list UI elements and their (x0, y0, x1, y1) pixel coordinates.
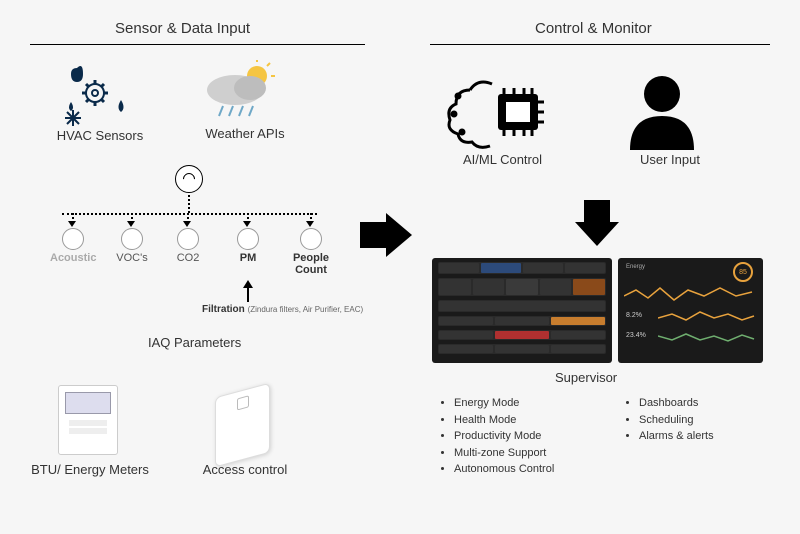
ai-ml-control-label: AI/ML Control (440, 152, 565, 167)
hvac-sensors-icon: HVAC Sensors (55, 58, 145, 143)
filtration-arrow-icon (243, 280, 253, 288)
down-arrow-body (584, 200, 610, 222)
section-title-right: Control & Monitor (535, 20, 652, 37)
down-arrow-icon (575, 222, 619, 246)
filtration-label: Filtration (Zindura filters, Air Purifie… (202, 304, 372, 315)
user-input-icon: User Input (615, 70, 725, 167)
feature-autonomous: Autonomous Control (454, 461, 554, 478)
feature-alarms: Alarms & alerts (639, 428, 714, 445)
supervisor-features-col2: Dashboards Scheduling Alarms & alerts (625, 395, 714, 445)
feature-productivity-mode: Productivity Mode (454, 428, 554, 445)
user-input-label: User Input (615, 152, 725, 167)
iaq-param-pm-label: PM (228, 252, 268, 264)
hvac-sensors-label: HVAC Sensors (55, 128, 145, 143)
iaq-param-vocs-label: VOC's (112, 252, 152, 264)
flow-arrow-body (360, 222, 386, 248)
divider-right (430, 44, 770, 45)
iaq-parameters-title: IAQ Parameters (148, 335, 241, 350)
wireless-sensor-icon (175, 165, 203, 193)
supervisor-label: Supervisor (555, 370, 617, 385)
feature-dashboards: Dashboards (639, 395, 714, 412)
iaq-param-people-label: People Count (285, 252, 337, 276)
iaq-param-pm: PM (228, 218, 268, 264)
iaq-param-people: People Count (285, 218, 337, 276)
weather-apis-label: Weather APIs (195, 126, 295, 141)
feature-energy-mode: Energy Mode (454, 395, 554, 412)
iaq-param-acoustic: Acoustic (50, 218, 96, 264)
filtration-arrow-stem (247, 288, 249, 302)
dashboard-panel-right: Energy 85 8.2% 23.4% (618, 258, 763, 363)
btu-meter-icon (58, 385, 118, 455)
connector-bus (62, 213, 317, 215)
iaq-param-co2: CO2 (168, 218, 208, 264)
btu-meter-label: BTU/ Energy Meters (30, 462, 150, 477)
ai-ml-control-icon: AI/ML Control (440, 70, 565, 167)
supervisor-features-col1: Energy Mode Health Mode Productivity Mod… (440, 395, 554, 478)
section-title-left: Sensor & Data Input (115, 20, 250, 37)
feature-scheduling: Scheduling (639, 412, 714, 429)
access-control-label: Access control (190, 462, 300, 477)
divider-left (30, 44, 365, 45)
weather-apis-icon: Weather APIs (195, 60, 295, 141)
flow-arrow-icon (386, 213, 412, 257)
feature-health-mode: Health Mode (454, 412, 554, 429)
iaq-param-acoustic-label: Acoustic (50, 252, 96, 264)
iaq-param-co2-label: CO2 (168, 252, 208, 264)
connector-vertical (188, 195, 190, 213)
dashboard-panel-left (432, 258, 612, 363)
access-card-icon (215, 383, 270, 468)
iaq-param-vocs: VOC's (112, 218, 152, 264)
feature-multizone: Multi-zone Support (454, 445, 554, 462)
